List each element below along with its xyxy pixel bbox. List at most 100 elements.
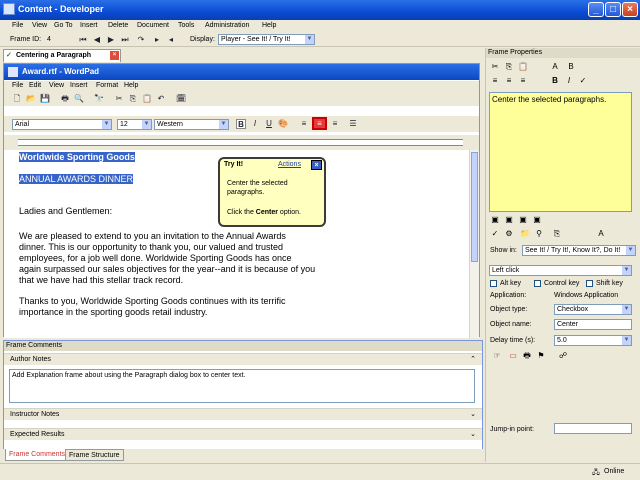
jump-icon[interactable]: ↷: [136, 35, 146, 45]
bold-button[interactable]: B: [550, 76, 560, 86]
wp-menu-format[interactable]: Format: [96, 82, 118, 89]
application-label: Application:: [490, 292, 527, 299]
menu-file[interactable]: File: [12, 22, 23, 29]
print-icon[interactable]: 🖶: [522, 351, 532, 361]
jump-in-field[interactable]: [554, 423, 632, 434]
undo-icon[interactable]: ↶: [156, 94, 166, 104]
instructor-notes-section[interactable]: Instructor Notes ⌄: [4, 408, 482, 420]
object-type-select[interactable]: Checkbox ▼: [554, 304, 632, 315]
copy-icon[interactable]: ⎘: [128, 94, 138, 104]
tab-frame-structure[interactable]: Frame Structure: [65, 449, 124, 461]
find-icon[interactable]: 🔭: [94, 94, 104, 104]
alt-key-checkbox[interactable]: [490, 280, 497, 287]
play-icon[interactable]: ▸: [152, 35, 162, 45]
wp-menu-file[interactable]: File: [12, 82, 23, 89]
menu-help[interactable]: Help: [262, 22, 276, 29]
menu-tools[interactable]: Tools: [178, 22, 194, 29]
actions-link[interactable]: Actions: [278, 161, 301, 168]
align-left-icon[interactable]: ≡: [299, 119, 309, 129]
frame-type-icon[interactable]: ▣: [532, 215, 542, 225]
previous-frame-icon[interactable]: ◀: [92, 35, 102, 45]
cut-icon[interactable]: ✂: [114, 94, 124, 104]
object-name-field[interactable]: Center: [554, 319, 632, 330]
paste-icon[interactable]: 📋: [518, 62, 528, 72]
check-icon[interactable]: ✓: [490, 229, 500, 239]
menu-document[interactable]: Document: [137, 22, 169, 29]
align-center-icon[interactable]: ≡: [312, 117, 327, 130]
first-frame-icon[interactable]: ⏮: [78, 35, 88, 45]
wp-menu-edit[interactable]: Edit: [29, 82, 41, 89]
callout-line3-bold: Center: [255, 209, 278, 216]
menu-delete[interactable]: Delete: [108, 22, 128, 29]
font-select[interactable]: Arial ▼: [12, 119, 112, 130]
font-icon[interactable]: A: [596, 229, 606, 239]
action-select[interactable]: Left click ▼: [489, 265, 632, 276]
minimize-button[interactable]: _: [588, 2, 604, 17]
show-in-label: Show in:: [490, 247, 517, 254]
bold-button[interactable]: B: [236, 119, 246, 129]
align-right-icon[interactable]: ≡: [330, 119, 340, 129]
spellcheck-icon[interactable]: ✓: [578, 76, 588, 86]
flag-icon[interactable]: ⚑: [536, 351, 546, 361]
rewind-icon[interactable]: ◂: [166, 35, 176, 45]
pointer-icon[interactable]: ☞: [492, 351, 502, 361]
frame-type-icon[interactable]: ▣: [490, 215, 500, 225]
scroll-thumb[interactable]: [471, 152, 478, 262]
wp-menu-help[interactable]: Help: [124, 82, 138, 89]
paste-icon[interactable]: 📋: [142, 94, 152, 104]
align-center-icon[interactable]: ≡: [504, 76, 514, 86]
menu-goto[interactable]: Go To: [54, 22, 73, 29]
new-icon[interactable]: 🗋: [12, 94, 22, 104]
next-frame-icon[interactable]: ▶: [106, 35, 116, 45]
color-icon[interactable]: 🎨: [278, 119, 288, 129]
control-key-checkbox[interactable]: [534, 280, 541, 287]
last-frame-icon[interactable]: ⏭: [120, 35, 130, 45]
align-right-icon[interactable]: ≡: [518, 76, 528, 86]
date-time-icon[interactable]: 🗓: [176, 94, 186, 104]
delay-select[interactable]: 5.0 ▼: [554, 335, 632, 346]
wp-menu-view[interactable]: View: [49, 82, 64, 89]
align-left-icon[interactable]: ≡: [490, 76, 500, 86]
display-select[interactable]: Player - See It! / Try It! ▼: [218, 34, 315, 45]
copy-icon[interactable]: ⎘: [504, 62, 514, 72]
record-icon[interactable]: ▭: [508, 351, 518, 361]
italic-button[interactable]: I: [564, 76, 574, 86]
print-icon[interactable]: 🖶: [60, 94, 70, 104]
folder-icon[interactable]: 📁: [520, 229, 530, 239]
author-notes-textarea[interactable]: Add Explanation frame about using the Pa…: [9, 369, 475, 403]
frame-type-icon[interactable]: ▣: [504, 215, 514, 225]
underline-button[interactable]: U: [264, 119, 274, 129]
frame-type-icon[interactable]: ▣: [518, 215, 528, 225]
cut-icon[interactable]: ✂: [490, 62, 500, 72]
link-icon[interactable]: ☍: [558, 351, 568, 361]
link-icon[interactable]: ⚲: [534, 229, 544, 239]
copy-icon[interactable]: ⎘: [552, 229, 562, 239]
action-icon[interactable]: ⚙: [504, 229, 514, 239]
wp-menu-insert[interactable]: Insert: [70, 82, 88, 89]
close-button[interactable]: ×: [622, 2, 638, 17]
bold-icon[interactable]: B: [566, 62, 576, 72]
expected-results-section[interactable]: Expected Results ⌄: [4, 428, 482, 440]
bullets-icon[interactable]: ☰: [348, 119, 358, 129]
show-in-select[interactable]: See It! / Try It!, Know It?, Do It! ▼: [522, 245, 636, 256]
frame-text-editor[interactable]: Center the selected paragraphs.: [489, 92, 632, 212]
tab-centering-a-paragraph[interactable]: ✓ Centering a Paragraph ×: [3, 49, 121, 62]
close-callout-icon[interactable]: ×: [311, 160, 322, 170]
script-select[interactable]: Western ▼: [154, 119, 229, 130]
size-select[interactable]: 12 ▼: [117, 119, 152, 130]
font-icon[interactable]: A: [550, 62, 560, 72]
menu-administration[interactable]: Administration: [205, 22, 249, 29]
frame-properties-panel: Frame Properties ✂ ⎘ 📋 A B ≡ ≡ ≡ B I ✓ C…: [485, 48, 640, 462]
save-icon[interactable]: 💾: [40, 94, 50, 104]
tab-frame-comments[interactable]: Frame Comments: [5, 449, 70, 461]
menu-insert[interactable]: Insert: [80, 22, 98, 29]
print-preview-icon[interactable]: 🔍: [74, 94, 84, 104]
shift-key-checkbox[interactable]: [586, 280, 593, 287]
author-notes-section[interactable]: Author Notes ⌃: [4, 353, 482, 365]
open-icon[interactable]: 📂: [26, 94, 36, 104]
menu-view[interactable]: View: [32, 22, 47, 29]
vertical-scrollbar[interactable]: [469, 150, 479, 338]
italic-button[interactable]: I: [250, 119, 260, 129]
close-tab-icon[interactable]: ×: [110, 51, 119, 60]
maximize-button[interactable]: □: [605, 2, 621, 17]
